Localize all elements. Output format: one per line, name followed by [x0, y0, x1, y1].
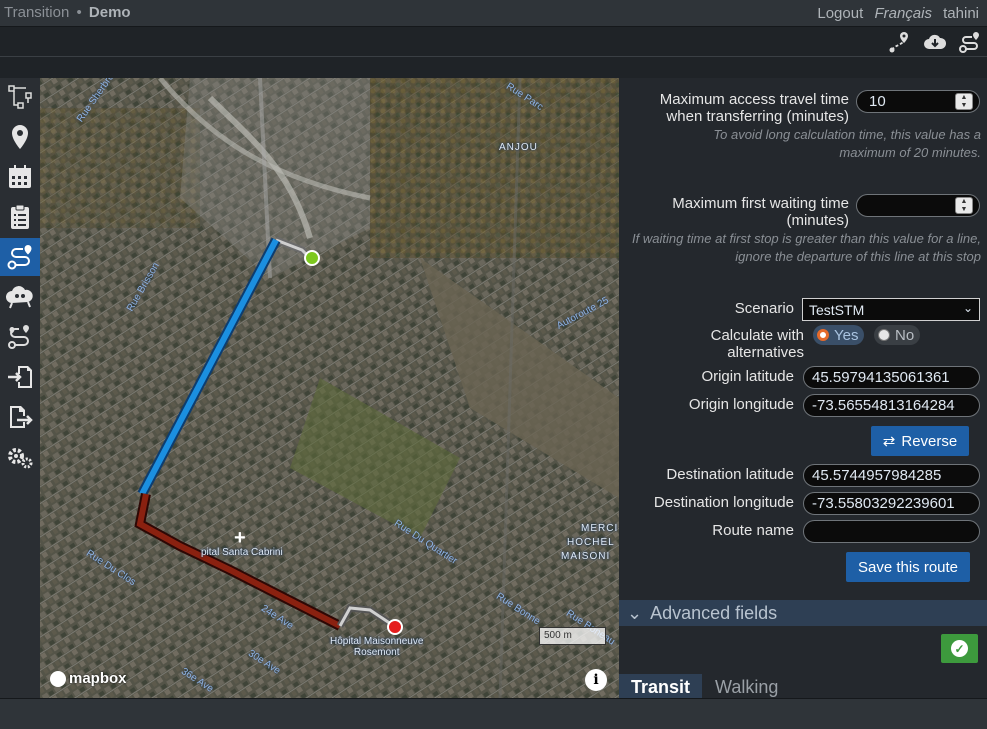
- reverse-button-label: Reverse: [901, 432, 958, 450]
- tab-transit[interactable]: Transit: [619, 674, 703, 698]
- status-bar: [0, 698, 987, 729]
- max-wait-label: Maximum first waiting time (minutes): [672, 195, 849, 229]
- import-icon: [8, 366, 32, 388]
- map-label-hochel: HOCHEL: [567, 537, 615, 548]
- satellite-imagery: [40, 78, 619, 698]
- cloud-download-icon[interactable]: [922, 29, 948, 55]
- alternatives-no-label: No: [895, 326, 915, 344]
- radio-selected-icon: [817, 329, 829, 341]
- logout-link[interactable]: Logout: [817, 5, 863, 22]
- alternatives-label: Calculate with alternatives: [710, 327, 804, 361]
- app-name: Transition: [4, 4, 70, 21]
- routing-icon: [7, 245, 32, 270]
- route-pin-icon[interactable]: [887, 29, 913, 55]
- project-name: Demo: [88, 4, 131, 21]
- max-access-value: 10: [869, 93, 886, 110]
- max-wait-stepper[interactable]: ▲ ▼: [955, 197, 973, 214]
- origin-longitude-input[interactable]: -73.56554813164284: [803, 394, 980, 417]
- results-tabs: Transit Walking: [619, 674, 987, 698]
- origin-longitude-label: Origin longitude: [688, 396, 794, 413]
- sidebar-item-services[interactable]: [0, 158, 40, 196]
- max-access-help: To avoid long calculation time, this val…: [713, 127, 981, 160]
- max-access-input[interactable]: 10 ▲ ▼: [856, 90, 980, 113]
- sidebar-item-od-routing[interactable]: [0, 318, 40, 356]
- advanced-fields-toggle[interactable]: ⌄ Advanced fields: [619, 600, 987, 626]
- sidebar-item-nodes[interactable]: [0, 118, 40, 156]
- accessibility-map-icon: [6, 286, 33, 309]
- toolbar-spacer: [0, 58, 987, 78]
- mapbox-logo-text: mapbox: [69, 670, 127, 687]
- app-header: Transition • Demo Logout Français tahini: [0, 0, 987, 27]
- destination-latitude-input[interactable]: 45.5744957984285: [803, 464, 980, 487]
- clipboard-icon: [11, 204, 29, 229]
- routing-form-panel: Maximum access travel time when transfer…: [619, 78, 987, 698]
- save-route-button[interactable]: Save this route: [846, 552, 970, 582]
- max-access-label: Maximum access travel time when transfer…: [659, 91, 849, 125]
- sidebar-item-network[interactable]: [0, 78, 40, 116]
- scenario-label: Scenario: [734, 300, 794, 317]
- map-info-button[interactable]: i: [585, 669, 607, 691]
- sidebar-item-routing[interactable]: [0, 238, 40, 276]
- map-label-hospital-maisonneuve: Hôpital Maisonneuve Rosemont: [330, 636, 424, 658]
- radio-unselected-icon: [878, 329, 890, 341]
- sidebar-item-scenarios[interactable]: [0, 198, 40, 236]
- export-icon: [10, 406, 33, 428]
- sidebar-item-export[interactable]: [0, 398, 40, 436]
- chevron-down-icon: ⌄: [962, 301, 973, 315]
- network-icon: [8, 85, 32, 109]
- origin-latitude-input[interactable]: 45.59794135061361: [803, 366, 980, 389]
- sidebar-item-preferences[interactable]: [0, 438, 40, 476]
- calendar-icon: [9, 165, 31, 188]
- route-name-input[interactable]: [803, 520, 980, 543]
- scenario-select[interactable]: TestSTM ⌄: [802, 298, 980, 321]
- checkmark-icon: ✓: [951, 640, 968, 657]
- map-label-anjou: ANJOU: [499, 142, 538, 153]
- alternatives-yes-label: Yes: [834, 326, 859, 344]
- sidebar: [0, 78, 40, 698]
- origin-marker[interactable]: [304, 250, 320, 266]
- mapbox-logo-icon: [50, 670, 66, 687]
- header-links: Logout Français tahini: [810, 5, 979, 22]
- confirm-button[interactable]: ✓: [941, 634, 978, 663]
- map-label-merci: MERCI: [581, 523, 619, 534]
- language-toggle[interactable]: Français: [874, 5, 932, 22]
- alternatives-yes-radio[interactable]: Yes: [813, 325, 865, 345]
- chevron-down-icon: ⌄: [627, 602, 643, 623]
- reverse-button[interactable]: ⇄ Reverse: [871, 426, 969, 456]
- username-link[interactable]: tahini: [943, 5, 979, 22]
- destination-longitude-input[interactable]: -73.55803292239601: [803, 492, 980, 515]
- destination-longitude-label: Destination longitude: [653, 494, 794, 511]
- sidebar-item-accessibility[interactable]: [0, 278, 40, 316]
- destination-latitude-label: Destination latitude: [666, 466, 794, 483]
- map-scale: 500 m: [539, 627, 606, 645]
- routing-icon[interactable]: [957, 29, 983, 55]
- title-separator: •: [76, 4, 82, 21]
- advanced-fields-label: Advanced fields: [650, 602, 778, 623]
- map-crosshair-icon: +: [234, 527, 246, 549]
- sidebar-item-import[interactable]: [0, 358, 40, 396]
- origin-latitude-label: Origin latitude: [701, 368, 794, 385]
- tab-walking[interactable]: Walking: [703, 674, 790, 698]
- route-name-label: Route name: [712, 522, 794, 539]
- scenario-value: TestSTM: [809, 302, 865, 318]
- app-title: Transition • Demo: [4, 4, 131, 21]
- map-view[interactable]: ANJOU pital Santa Cabrini Hôpital Maison…: [40, 78, 619, 698]
- swap-arrows-icon: ⇄: [882, 433, 896, 450]
- max-wait-input[interactable]: ▲ ▼: [856, 194, 980, 217]
- alternatives-no-radio[interactable]: No: [874, 325, 921, 345]
- toolbar: [0, 27, 987, 57]
- settings-icon: [8, 448, 33, 469]
- od-pairs-icon: [8, 325, 29, 349]
- max-access-stepper[interactable]: ▲ ▼: [955, 93, 973, 110]
- mapbox-logo[interactable]: mapbox: [50, 670, 127, 687]
- map-pin-icon: [12, 125, 28, 149]
- max-wait-help: If waiting time at first stop is greater…: [632, 231, 981, 264]
- map-label-maison: MAISONI: [561, 551, 611, 562]
- destination-marker[interactable]: [387, 619, 403, 635]
